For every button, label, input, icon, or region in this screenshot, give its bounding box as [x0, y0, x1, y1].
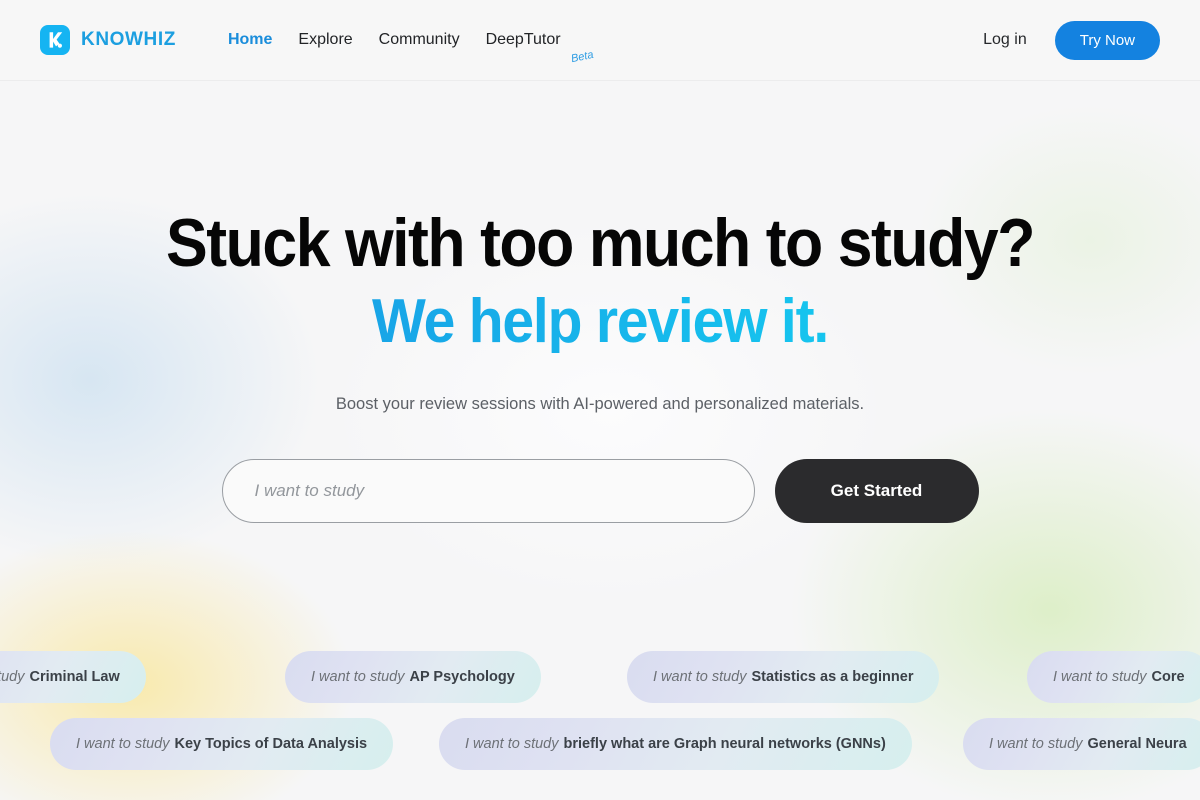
page-root: KNOWHIZ Home Explore Community DeepTutor…: [0, 0, 1200, 800]
nav-item-community-label: Community: [378, 31, 460, 48]
suggestion-chip[interactable]: I want to study Core: [1027, 651, 1200, 703]
suggestion-chip-subject: Core: [1151, 669, 1185, 685]
nav-item-deeptutor-label: DeepTutor: [485, 31, 561, 48]
nav-item-home[interactable]: Home: [215, 31, 285, 49]
hero-subtitle: Boost your review sessions with AI-power…: [335, 395, 865, 413]
search-input[interactable]: [221, 459, 755, 523]
main-navigation: Home Explore Community DeepTutor Beta: [215, 31, 595, 65]
beta-badge: Beta: [569, 48, 595, 66]
suggestion-chip-subject: AP Psychology: [409, 669, 515, 685]
nav-item-home-label: Home: [227, 31, 273, 48]
suggestion-chip[interactable]: I want to study General Neura: [963, 718, 1200, 770]
suggestion-chip-subject: Criminal Law: [29, 669, 120, 685]
try-now-button[interactable]: Try Now: [1054, 20, 1160, 60]
suggestion-chip-subject: Statistics as a beginner: [751, 669, 914, 685]
nav-item-explore[interactable]: Explore: [285, 31, 365, 49]
login-link[interactable]: Log in: [983, 31, 1027, 49]
suggestion-chip-lead: I want to study: [465, 736, 559, 752]
knowhiz-k-logo-icon: [40, 25, 70, 55]
header-actions: Log in Try Now: [983, 20, 1160, 60]
suggestion-chip[interactable]: I want to study briefly what are Graph ne…: [439, 718, 912, 770]
suggestion-chip[interactable]: I want to study Key Topics of Data Analys…: [50, 718, 394, 770]
hero-section: Stuck with too much to study? We help re…: [0, 81, 1200, 523]
brand-logo[interactable]: KNOWHIZ: [40, 25, 176, 55]
suggestion-chip[interactable]: I want to study Statistics as a beginner: [627, 651, 940, 703]
suggestion-chip-lead: I want to study: [989, 736, 1083, 752]
suggestion-chip-subject: Key Topics of Data Analysis: [174, 736, 368, 752]
suggestion-chip-subject: General Neura: [1087, 736, 1187, 752]
suggestion-chip-lead: I want to study: [0, 669, 25, 685]
get-started-button[interactable]: Get Started: [774, 459, 979, 523]
suggestion-chip-row-1: I want to studyCriminal LawI want to stu…: [0, 651, 1200, 703]
nav-item-explore-label: Explore: [298, 31, 353, 48]
suggestion-chip[interactable]: I want to studyCriminal Law: [0, 651, 146, 703]
hero-headline-line2: We help review it.: [48, 291, 1152, 353]
suggestion-chip-lead: I want to study: [311, 669, 405, 685]
suggestion-chip[interactable]: I want to study AP Psychology: [285, 651, 541, 703]
search-row: Get Started: [0, 459, 1200, 523]
nav-item-deeptutor[interactable]: DeepTutor Beta: [473, 31, 595, 65]
suggestion-chip-row-2: I want to study Key Topics of Data Analys…: [0, 718, 1200, 770]
site-header: KNOWHIZ Home Explore Community DeepTutor…: [0, 0, 1200, 81]
suggestion-chip-lead: I want to study: [1053, 669, 1147, 685]
suggestion-chip-subject: briefly what are Graph neural networks (…: [563, 736, 886, 752]
suggestion-chip-lead: I want to study: [76, 736, 170, 752]
brand-name: KNOWHIZ: [81, 29, 176, 50]
suggestion-chip-lead: I want to study: [653, 669, 747, 685]
hero-headline-line1: Stuck with too much to study?: [166, 205, 1035, 281]
nav-item-community[interactable]: Community: [366, 31, 473, 49]
